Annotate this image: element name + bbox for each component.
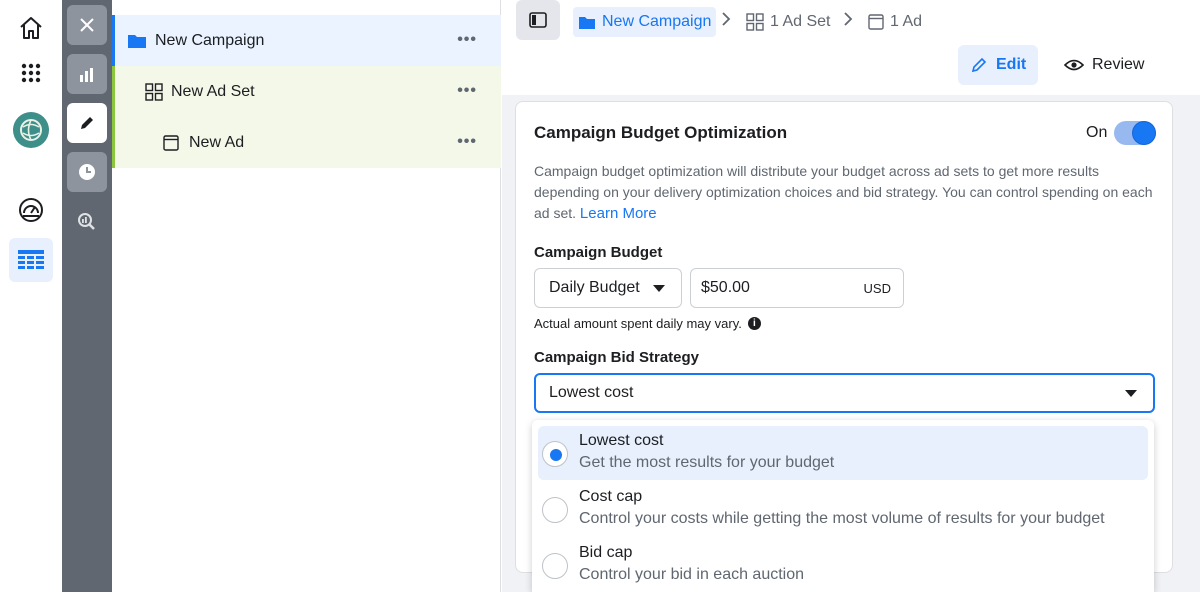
dropdown-option-lowest-cost[interactable]: Lowest cost Get the most results for you… — [538, 426, 1148, 480]
tree-item-adset[interactable]: New Ad Set ••• — [112, 66, 501, 117]
breadcrumb-ad[interactable]: 1 Ad — [868, 7, 922, 37]
app-rail — [0, 0, 62, 592]
dropdown-option-cost-cap[interactable]: Cost cap Control your costs while gettin… — [538, 482, 1148, 536]
option-title: Bid cap — [579, 544, 633, 561]
bid-strategy-select[interactable]: Lowest cost — [534, 373, 1155, 413]
breadcrumb-campaign[interactable]: New Campaign — [573, 7, 717, 37]
budget-type-select[interactable]: Daily Budget — [534, 268, 682, 308]
breadcrumb-campaign-label: New Campaign — [602, 13, 712, 30]
pencil-icon[interactable] — [67, 103, 107, 143]
close-icon[interactable] — [67, 5, 107, 45]
budget-type-value: Daily Budget — [549, 279, 640, 296]
account-avatar[interactable] — [9, 108, 53, 152]
breadcrumb-adset[interactable]: 1 Ad Set — [746, 7, 831, 37]
ad-window-icon — [163, 134, 179, 151]
radio-button[interactable] — [542, 553, 568, 579]
tree-item-label: New Campaign — [155, 31, 265, 49]
option-subtitle: Get the most results for your budget — [579, 454, 835, 471]
caret-down-icon — [1125, 390, 1137, 397]
tool-rail — [62, 0, 112, 592]
budget-amount-value: $50.00 — [701, 279, 750, 296]
chevron-right-icon — [721, 12, 731, 30]
sidebar-toggle-icon[interactable] — [516, 0, 560, 40]
more-options-icon[interactable]: ••• — [457, 82, 477, 100]
ads-manager-window: New Campaign ••• New Ad Set ••• New Ad •… — [0, 0, 1200, 592]
eye-icon — [1064, 59, 1084, 71]
more-options-icon[interactable]: ••• — [457, 31, 477, 49]
edit-label: Edit — [996, 56, 1027, 73]
bid-strategy-value: Lowest cost — [549, 384, 634, 401]
search-chart-icon[interactable] — [67, 202, 107, 242]
budget-amount-input[interactable]: $50.00 USD — [690, 268, 904, 308]
option-subtitle: Control your bid in each auction — [579, 566, 805, 583]
chart-icon[interactable] — [67, 54, 107, 94]
radio-button[interactable] — [542, 441, 568, 467]
info-icon[interactable]: i — [747, 317, 761, 330]
table-icon[interactable] — [9, 238, 53, 282]
folder-icon — [127, 33, 147, 49]
edit-button[interactable]: Edit — [958, 45, 1039, 85]
clock-icon[interactable] — [67, 152, 107, 192]
tree-item-ad[interactable]: New Ad ••• — [112, 117, 501, 168]
ad-window-icon — [868, 14, 884, 30]
cbo-toggle[interactable] — [1114, 121, 1156, 145]
breadcrumb-ad-label: 1 Ad — [890, 13, 923, 30]
review-label: Review — [1092, 56, 1145, 73]
budget-note: Actual amount spent daily may vary. i — [534, 316, 761, 331]
option-title: Lowest cost — [579, 432, 664, 449]
tree-item-campaign[interactable]: New Campaign ••• — [112, 15, 501, 66]
chevron-right-icon — [843, 12, 853, 30]
adset-grid-icon — [746, 13, 764, 31]
review-button[interactable]: Review — [1052, 45, 1156, 85]
card-description: Campaign budget optimization will distri… — [534, 161, 1159, 224]
bid-strategy-label: Campaign Bid Strategy — [534, 349, 700, 366]
home-icon[interactable] — [9, 6, 53, 50]
tree-item-label: New Ad Set — [171, 82, 255, 100]
toggle-knob — [1133, 122, 1155, 144]
folder-icon — [579, 16, 595, 29]
option-title: Cost cap — [579, 488, 643, 505]
bid-strategy-dropdown: Lowest cost Get the most results for you… — [532, 420, 1154, 592]
breadcrumb-adset-label: 1 Ad Set — [770, 13, 831, 30]
toggle-label: On — [1086, 124, 1108, 141]
budget-label: Campaign Budget — [534, 244, 663, 261]
learn-more-link[interactable]: Learn More — [580, 205, 657, 222]
radio-button[interactable] — [542, 497, 568, 523]
campaign-tree: New Campaign ••• New Ad Set ••• New Ad •… — [112, 0, 501, 592]
adset-grid-icon — [145, 82, 163, 101]
currency-label: USD — [863, 281, 891, 296]
tree-item-label: New Ad — [189, 133, 245, 151]
dropdown-option-bid-cap[interactable]: Bid cap Control your bid in each auction — [538, 538, 1148, 592]
card-title: Campaign Budget Optimization — [534, 123, 788, 142]
apps-grid-icon[interactable] — [9, 51, 53, 95]
caret-down-icon — [653, 285, 665, 292]
option-subtitle: Control your costs while getting the mos… — [579, 510, 1105, 527]
more-options-icon[interactable]: ••• — [457, 133, 477, 151]
gauge-icon[interactable] — [9, 188, 53, 232]
pencil-icon — [971, 57, 987, 73]
budget-note-text: Actual amount spent daily may vary. — [534, 316, 742, 331]
editor-topbar: New Campaign 1 Ad Set 1 Ad Edit Review — [502, 0, 1200, 95]
